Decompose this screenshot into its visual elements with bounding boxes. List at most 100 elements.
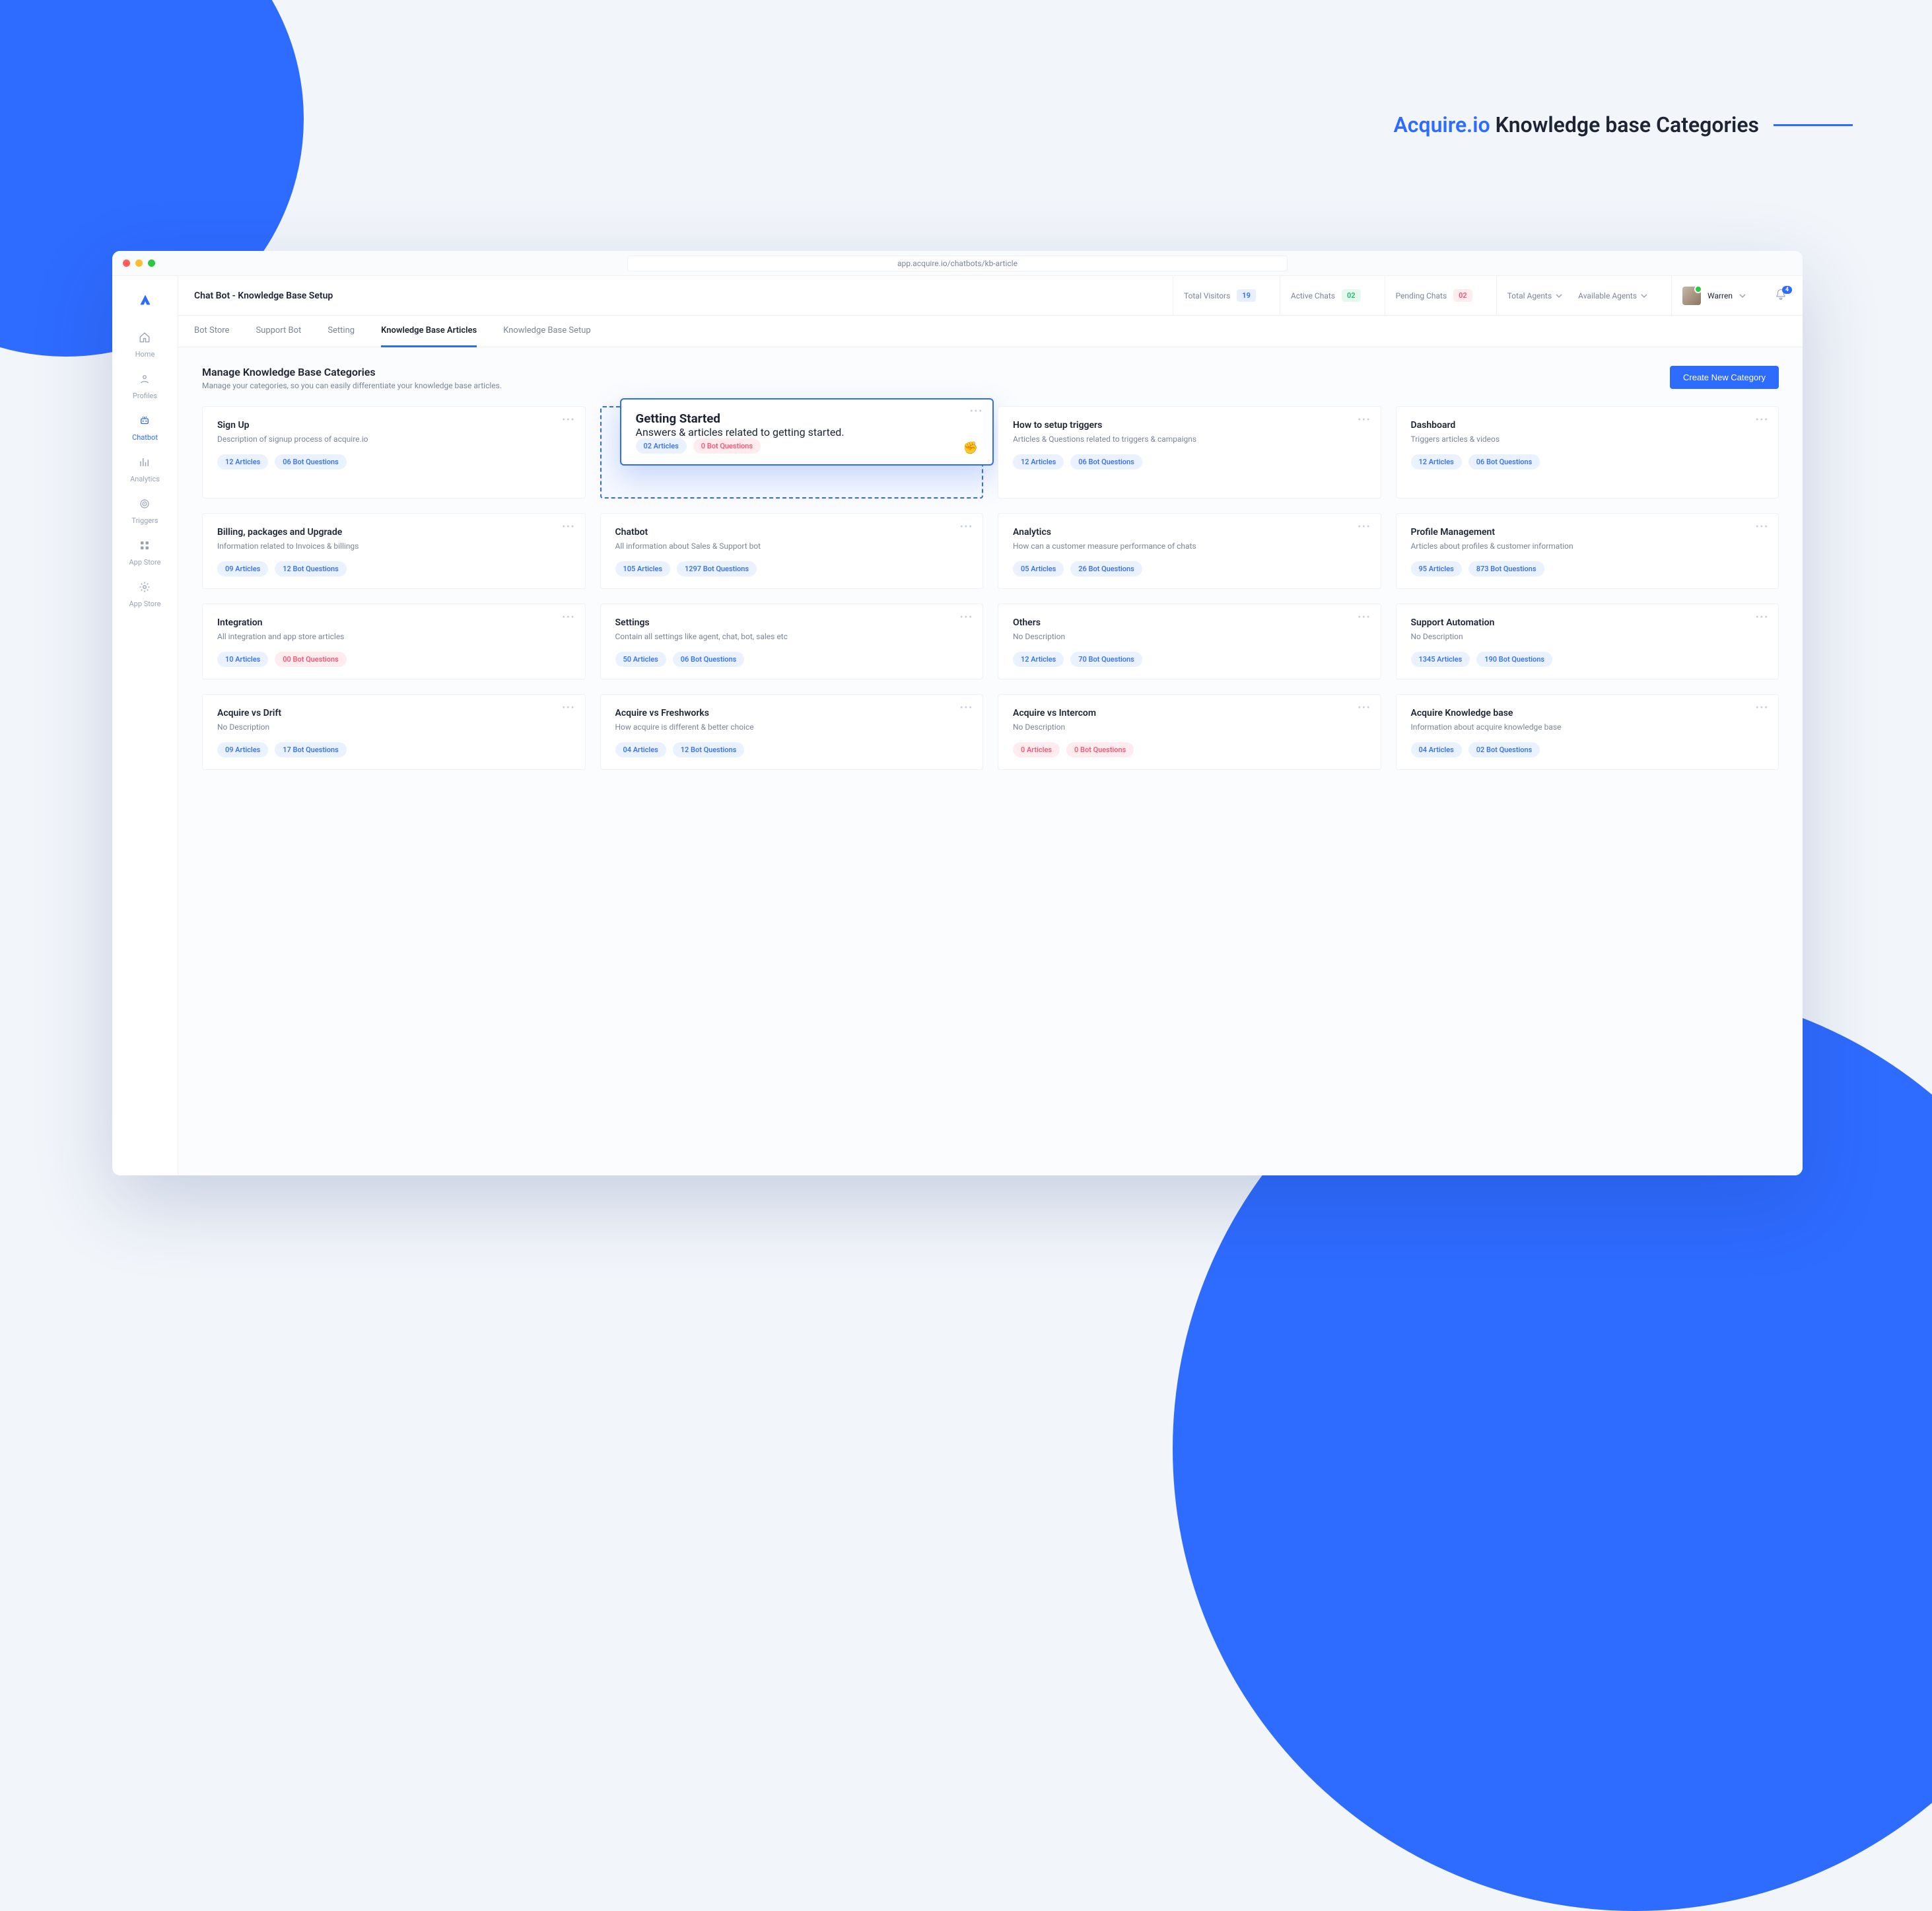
category-card[interactable]: •••Profile ManagementArticles about prof… <box>1396 513 1779 589</box>
total-agents-label: Total Agents <box>1507 291 1552 300</box>
tab-support-bot[interactable]: Support Bot <box>256 316 301 347</box>
card-more-icon[interactable]: ••• <box>960 612 973 623</box>
card-title: Others <box>1013 617 1366 628</box>
user-menu[interactable]: Warren <box>1671 276 1746 316</box>
sidebar-item-label: Analytics <box>130 475 160 483</box>
sidebar-item-analytics[interactable]: Analytics <box>129 448 160 490</box>
notifications-button[interactable]: 4 <box>1775 289 1787 303</box>
available-agents-label: Available Agents <box>1578 291 1637 300</box>
card-description: All information about Sales & Support bo… <box>615 541 969 551</box>
traffic-lights[interactable] <box>123 260 155 267</box>
card-more-icon[interactable]: ••• <box>1358 522 1371 532</box>
category-card[interactable]: •••Integration All integration and app st… <box>202 604 586 679</box>
card-more-icon[interactable]: ••• <box>970 406 983 417</box>
stat-active-value: 02 <box>1342 289 1361 302</box>
questions-pill: 190 Bot Questions <box>1476 652 1552 667</box>
card-more-icon[interactable]: ••• <box>1358 612 1371 623</box>
analytics-icon <box>139 456 151 471</box>
card-more-icon[interactable]: ••• <box>562 522 575 532</box>
card-more-icon[interactable]: ••• <box>562 612 575 623</box>
card-title: Dashboard <box>1411 420 1764 431</box>
category-card[interactable]: •••Support AutomationNo Description1345 … <box>1396 604 1779 679</box>
dragging-card[interactable]: •••Getting StartedAnswers & articles rel… <box>620 398 994 466</box>
card-description: Triggers articles & videos <box>1411 434 1764 444</box>
tab-bot-store[interactable]: Bot Store <box>194 316 229 347</box>
card-more-icon[interactable]: ••• <box>1358 415 1371 425</box>
drop-slot[interactable]: •••Getting StartedAnswers & articles rel… <box>600 406 984 499</box>
card-title: Integration <box>217 617 570 628</box>
card-description: Information about acquire knowledge base <box>1411 722 1764 732</box>
tab-knowledge-base-articles[interactable]: Knowledge Base Articles <box>381 316 477 347</box>
sidebar-item-label: Chatbot <box>132 433 158 442</box>
brand-logo-icon <box>139 294 151 306</box>
sidebar-item-appstore2[interactable]: App Store <box>129 573 160 615</box>
sidebar-item-home[interactable]: Home <box>129 324 160 365</box>
stat-visitors: Total Visitors 19 <box>1173 276 1266 316</box>
maximize-window-icon[interactable] <box>148 260 155 267</box>
sidebar-item-profiles[interactable]: Profiles <box>129 365 160 407</box>
articles-pill: 95 Articles <box>1411 561 1462 576</box>
category-card[interactable]: •••AnalyticsHow can a customer measure p… <box>998 513 1381 589</box>
bot-icon <box>139 415 151 429</box>
card-description: Contain all settings like agent, chat, b… <box>615 632 969 641</box>
category-card[interactable]: •••SettingsContain all settings like age… <box>600 604 984 679</box>
card-title: Chatbot <box>615 527 969 538</box>
sidebar-item-chatbot[interactable]: Chatbot <box>129 407 160 448</box>
card-more-icon[interactable]: ••• <box>562 703 575 713</box>
tab-setting[interactable]: Setting <box>328 316 355 347</box>
sidebar-item-triggers[interactable]: Triggers <box>129 490 160 532</box>
card-description: Description of signup process of acquire… <box>217 434 570 444</box>
category-card[interactable]: •••Billing, packages and UpgradeInformat… <box>202 513 586 589</box>
card-more-icon[interactable]: ••• <box>1756 703 1769 713</box>
create-category-button[interactable]: Create New Category <box>1670 366 1779 389</box>
card-more-icon[interactable]: ••• <box>1358 703 1371 713</box>
category-card[interactable]: •••How to setup triggersArticles & Quest… <box>998 406 1381 499</box>
category-card[interactable]: •••Acquire vs FreshworksHow acquire is d… <box>600 694 984 770</box>
category-card[interactable]: •••Acquire vs IntercomNo Description0 Ar… <box>998 694 1381 770</box>
category-card[interactable]: •••Acquire vs DriftNo Description09 Arti… <box>202 694 586 770</box>
available-agents-dropdown[interactable]: Available Agents <box>1578 291 1647 300</box>
tab-knowledge-base-setup[interactable]: Knowledge Base Setup <box>503 316 591 347</box>
close-window-icon[interactable] <box>123 260 130 267</box>
tabs: Bot Store Support Bot Setting Knowledge Bas… <box>178 316 1803 347</box>
card-description: How acquire is different & better choice <box>615 722 969 732</box>
questions-pill: 873 Bot Questions <box>1468 561 1544 576</box>
category-card[interactable]: •••DashboardTriggers articles & videos12… <box>1396 406 1779 499</box>
sidebar-item-label: Home <box>135 350 155 359</box>
card-title: Getting Started <box>636 411 979 426</box>
questions-pill: 06 Bot Questions <box>673 652 745 667</box>
articles-pill: 1345 Articles <box>1411 652 1470 667</box>
page-heading: Acquire.io Knowledge base Categories <box>1393 112 1853 137</box>
articles-pill: 12 Articles <box>1013 652 1064 667</box>
card-more-icon[interactable]: ••• <box>1756 522 1769 532</box>
category-card[interactable]: •••Chatbot All information about Sales & … <box>600 513 984 589</box>
category-card[interactable]: •••OthersNo Description12 Articles70 Bot… <box>998 604 1381 679</box>
card-more-icon[interactable]: ••• <box>562 415 575 425</box>
stat-visitors-label: Total Visitors <box>1184 291 1230 300</box>
apps-icon <box>139 539 151 554</box>
profiles-icon <box>139 373 151 388</box>
page-title: Chat Bot - Knowledge Base Setup <box>194 291 333 301</box>
articles-pill: 10 Articles <box>217 652 268 667</box>
url-bar[interactable]: app.acquire.io/chatbots/kb-article <box>627 256 1288 271</box>
chevron-down-icon <box>1641 293 1647 299</box>
card-more-icon[interactable]: ••• <box>960 703 973 713</box>
stat-pending-label: Pending Chats <box>1396 291 1447 300</box>
sidebar-item-appstore1[interactable]: App Store <box>129 532 160 573</box>
brand-logo[interactable] <box>112 284 178 316</box>
total-agents-dropdown[interactable]: Total Agents <box>1507 291 1562 300</box>
articles-pill: 50 Articles <box>615 652 666 667</box>
stat-active-chats: Active Chats 02 <box>1280 276 1371 316</box>
category-card[interactable]: •••Sign UpDescription of signup process … <box>202 406 586 499</box>
card-more-icon[interactable]: ••• <box>1756 612 1769 623</box>
card-more-icon[interactable]: ••• <box>960 522 973 532</box>
questions-pill: 12 Bot Questions <box>275 561 347 576</box>
category-card[interactable]: •••Acquire Knowledge baseInformation abo… <box>1396 694 1779 770</box>
questions-pill: 02 Bot Questions <box>1468 742 1540 757</box>
minimize-window-icon[interactable] <box>135 260 143 267</box>
card-description: All integration and app store articles <box>217 632 570 641</box>
card-more-icon[interactable]: ••• <box>1756 415 1769 425</box>
stat-active-label: Active Chats <box>1291 291 1335 300</box>
articles-pill: 0 Articles <box>1013 742 1060 757</box>
articles-pill: 02 Articles <box>636 438 687 454</box>
